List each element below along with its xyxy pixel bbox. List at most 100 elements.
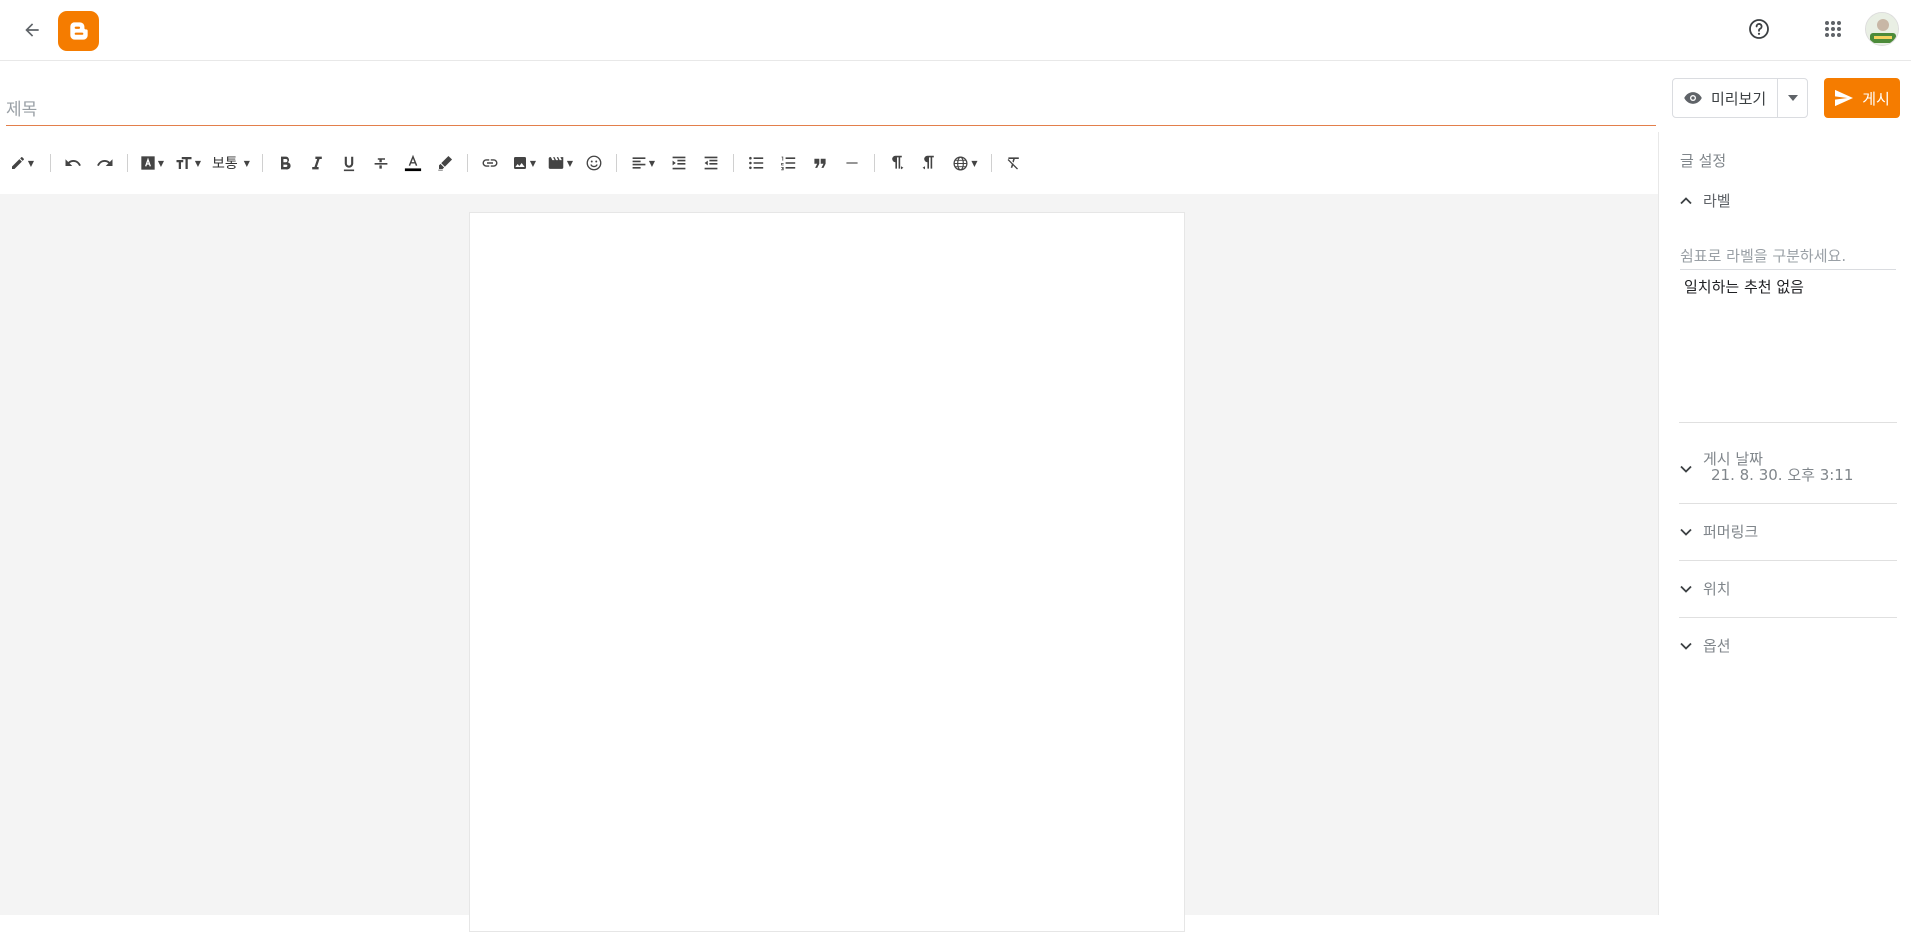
italic-icon — [312, 156, 322, 170]
toolbar-divider — [467, 154, 468, 172]
preview-dropdown-button[interactable] — [1777, 79, 1807, 117]
paragraph-ltr-icon — [892, 155, 904, 170]
clear-format-icon — [1007, 157, 1019, 170]
arrow-left-icon — [25, 23, 39, 37]
editor-page-body[interactable] — [469, 212, 1185, 932]
options-section-header[interactable]: 옵션 — [1679, 635, 1731, 656]
strikethrough-icon — [374, 158, 388, 169]
highlight-color-button[interactable] — [429, 148, 461, 178]
font-family-button[interactable]: ▼ — [134, 148, 170, 178]
preview-button-group: 미리보기 — [1672, 78, 1808, 118]
text-size-icon — [176, 157, 192, 169]
publish-date-value: 21. 8. 30. 오후 3:11 — [1711, 466, 1854, 484]
undo-icon — [65, 159, 81, 166]
publish-button[interactable]: 게시 — [1824, 78, 1900, 118]
insert-emoji-button[interactable] — [578, 148, 610, 178]
no-suggestions-text: 일치하는 추천 없음 — [1684, 278, 1804, 296]
preview-button[interactable]: 미리보기 — [1673, 79, 1777, 117]
labels-heading: 라벨 — [1703, 192, 1731, 210]
alignment-button[interactable]: ▼ — [623, 148, 663, 178]
bold-button[interactable] — [269, 148, 301, 178]
top-app-bar — [0, 0, 1911, 61]
labels-input[interactable] — [1680, 242, 1896, 270]
font-size-button[interactable]: ▼ — [170, 148, 206, 178]
rtl-direction-button[interactable] — [913, 148, 945, 178]
insert-video-button[interactable]: ▼ — [542, 148, 578, 178]
indent-increase-icon — [672, 156, 686, 170]
strikethrough-button[interactable] — [365, 148, 397, 178]
toolbar-divider — [733, 154, 734, 172]
permalink-section-header[interactable]: 퍼머링크 — [1679, 521, 1758, 542]
emoji-icon — [586, 155, 602, 171]
chevron-down-icon — [1680, 528, 1692, 536]
permalink-heading: 퍼머링크 — [1703, 523, 1759, 541]
numbered-list-icon — [781, 156, 796, 171]
undo-button[interactable] — [57, 148, 89, 178]
numbered-list-button[interactable] — [772, 148, 804, 178]
toolbar-divider — [991, 154, 992, 172]
pencil-icon — [11, 157, 24, 169]
horizontal-rule-button[interactable] — [836, 148, 868, 178]
underline-button[interactable] — [333, 148, 365, 178]
italic-button[interactable] — [301, 148, 333, 178]
indent-increase-button[interactable] — [663, 148, 695, 178]
chevron-down-icon — [1680, 642, 1692, 650]
indent-decrease-icon — [704, 156, 718, 170]
bulleted-list-icon — [749, 156, 764, 170]
blogger-logo-icon[interactable] — [58, 11, 99, 51]
toolbar-divider — [50, 154, 51, 172]
align-left-icon — [632, 157, 646, 169]
location-section-header[interactable]: 위치 — [1679, 578, 1731, 599]
location-heading: 위치 — [1703, 580, 1731, 598]
edit-mode-button[interactable]: ▼ — [0, 148, 44, 178]
format-toolbar: ▼ ▼ ▼ 보통 ▼ ▼ ▼ ▼ ▼ — [0, 146, 1657, 180]
caret-down-icon — [1787, 95, 1798, 101]
font-icon — [141, 156, 155, 170]
highlighter-icon — [438, 155, 453, 171]
indent-decrease-button[interactable] — [695, 148, 727, 178]
back-button[interactable] — [16, 14, 48, 46]
title-input[interactable] — [6, 92, 1656, 124]
insert-link-button[interactable] — [474, 148, 506, 178]
video-icon — [548, 157, 564, 169]
paragraph-rtl-icon — [922, 155, 934, 170]
options-heading: 옵션 — [1703, 637, 1731, 655]
paragraph-style-label: 보통 — [212, 156, 238, 172]
preview-label: 미리보기 — [1711, 89, 1767, 108]
text-color-icon — [404, 154, 422, 172]
send-icon — [1835, 89, 1854, 107]
image-icon — [513, 157, 526, 169]
text-color-button[interactable] — [397, 148, 429, 178]
insert-image-button[interactable]: ▼ — [506, 148, 542, 178]
section-divider — [1679, 617, 1897, 618]
quote-button[interactable] — [804, 148, 836, 178]
paragraph-style-dropdown[interactable]: 보통 ▼ — [206, 148, 256, 178]
bold-icon — [281, 156, 291, 170]
globe-icon — [953, 155, 968, 171]
section-divider — [1679, 422, 1897, 423]
apps-button[interactable] — [1816, 12, 1850, 46]
user-avatar[interactable] — [1865, 12, 1899, 46]
editor-canvas — [0, 194, 1658, 932]
title-field-wrapper — [6, 92, 1656, 126]
apps-grid-icon — [1825, 21, 1841, 37]
chevron-down-icon — [1680, 465, 1692, 473]
bulleted-list-button[interactable] — [740, 148, 772, 178]
help-button[interactable] — [1742, 12, 1776, 46]
underline-icon — [343, 156, 355, 171]
redo-button[interactable] — [89, 148, 121, 178]
chevron-down-icon — [1680, 585, 1692, 593]
toolbar-divider — [127, 154, 128, 172]
section-divider — [1679, 503, 1897, 504]
chevron-up-icon — [1680, 196, 1692, 204]
clear-formatting-button[interactable] — [998, 148, 1030, 178]
quote-icon — [814, 158, 826, 168]
section-divider — [1679, 560, 1897, 561]
toolbar-divider — [616, 154, 617, 172]
post-settings-panel: 글 설정 라벨 일치하는 추천 없음 게시 날짜 21. 8. 30. 오후 3… — [1658, 132, 1911, 915]
input-tools-button[interactable]: ▼ — [945, 148, 985, 178]
ltr-direction-button[interactable] — [881, 148, 913, 178]
labels-section-header[interactable]: 라벨 — [1679, 190, 1731, 211]
toolbar-divider — [262, 154, 263, 172]
redo-icon — [97, 159, 113, 166]
